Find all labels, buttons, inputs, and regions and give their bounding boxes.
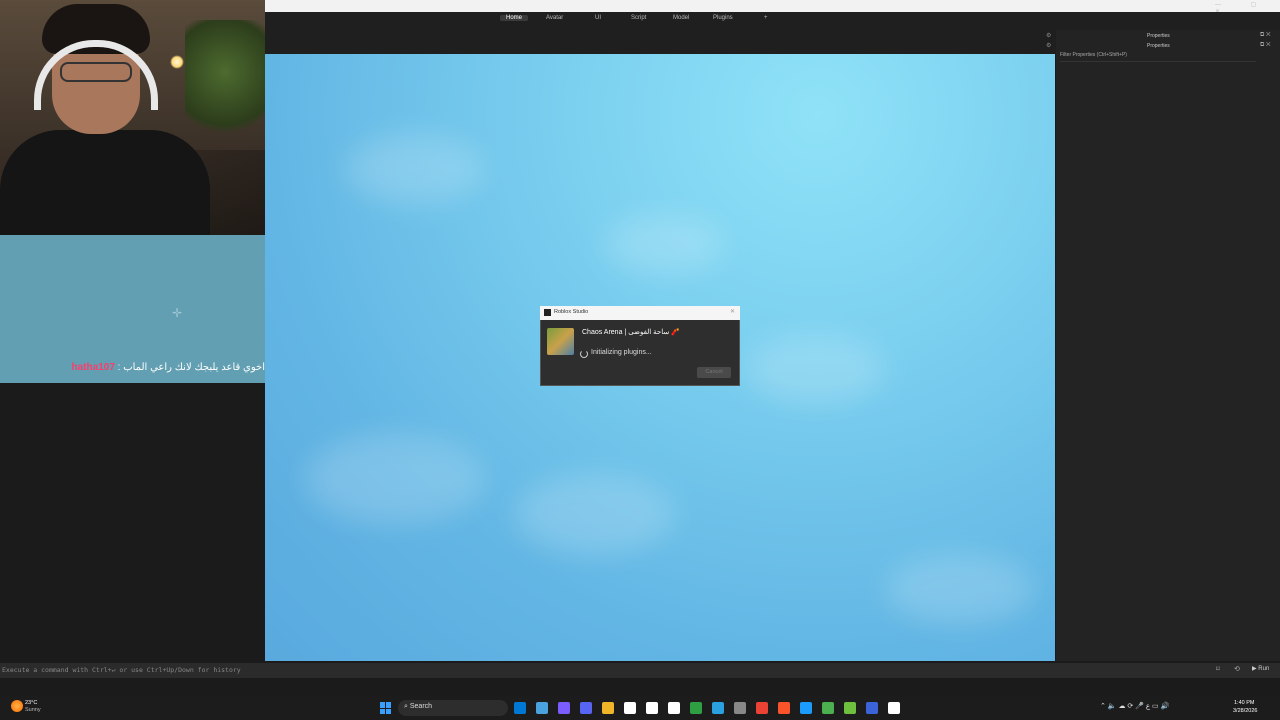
taskbar-app-icon[interactable] xyxy=(888,702,900,714)
tab-model[interactable]: Model xyxy=(673,15,689,21)
weather-icon[interactable] xyxy=(11,700,23,712)
loading-spinner-icon xyxy=(580,350,588,358)
tab-script[interactable]: Script xyxy=(631,15,646,21)
cloud xyxy=(745,334,885,404)
history-icon[interactable]: ⟲ xyxy=(1234,665,1240,673)
clock-date[interactable]: 3/28/2026 xyxy=(1233,708,1257,714)
tab-ui[interactable]: UI xyxy=(595,15,601,21)
taskbar-app-icon[interactable] xyxy=(558,702,570,714)
game-thumbnail xyxy=(547,328,574,355)
taskbar-app-icon[interactable] xyxy=(514,702,526,714)
chat-overlay xyxy=(0,235,265,383)
taskbar-app-icon[interactable] xyxy=(778,702,790,714)
gear-icon[interactable]: ⚙ xyxy=(1046,32,1051,39)
tab-avatar[interactable]: Avatar xyxy=(546,15,563,21)
taskbar-search[interactable]: ⌕ Search xyxy=(398,700,508,716)
taskbar-app-icon[interactable] xyxy=(756,702,768,714)
webcam-overlay xyxy=(0,0,265,235)
taskbar-search-label: Search xyxy=(409,703,433,710)
crosshair-icon: ✛ xyxy=(172,306,183,320)
tab-home[interactable]: Home xyxy=(500,15,529,21)
cloud xyxy=(305,434,485,524)
command-input[interactable]: Execute a command with Ctrl+↵ or use Ctr… xyxy=(2,666,241,674)
close-icon-secondary[interactable]: ⧉ ✕ xyxy=(1260,42,1271,49)
taskbar-app-icon[interactable] xyxy=(844,702,856,714)
taskbar-app-icon[interactable] xyxy=(602,702,614,714)
clock-time[interactable]: 1:40 PM xyxy=(1234,700,1254,706)
properties-title: Properties xyxy=(1147,33,1170,39)
roblox-logo-icon xyxy=(544,309,551,316)
tab-add[interactable]: + xyxy=(764,15,768,21)
taskbar-app-icon[interactable] xyxy=(690,702,702,714)
chat-message: اخوي قاعد يلبجك لانك راعي الماب : hatha1… xyxy=(0,362,265,376)
chat-message-text: اخوي قاعد يلبجك لانك راعي الماب : xyxy=(114,362,265,373)
bookmark-icon[interactable]: ⌑ xyxy=(1216,665,1220,673)
close-icon[interactable]: ⧉ ✕ xyxy=(1260,32,1271,39)
taskbar-app-icon[interactable] xyxy=(712,702,724,714)
cloud xyxy=(605,214,725,274)
webcam-person-body xyxy=(0,130,210,235)
properties-subtitle: Properties xyxy=(1147,43,1170,49)
weather-condition: Sunny xyxy=(25,707,41,713)
taskbar-app-icon[interactable] xyxy=(822,702,834,714)
cancel-button[interactable]: Cancel xyxy=(697,367,731,378)
taskbar-app-icon[interactable] xyxy=(580,702,592,714)
dialog-close-icon[interactable]: ✕ xyxy=(730,308,735,315)
taskbar-app-icon[interactable] xyxy=(668,702,680,714)
dialog-title: Roblox Studio xyxy=(554,309,589,315)
game-name: Chaos Arena | ساحة الفوضى 🧨 xyxy=(582,329,680,336)
taskbar-app-icon[interactable] xyxy=(624,702,636,714)
tab-plugins[interactable]: Plugins xyxy=(713,15,733,21)
weather-temperature: 23°C xyxy=(25,700,38,706)
properties-panel xyxy=(1056,30,1280,661)
webcam-lamp xyxy=(170,55,184,69)
taskbar xyxy=(0,696,1280,720)
run-button-label: Run xyxy=(1258,666,1270,672)
taskbar-app-icon[interactable] xyxy=(646,702,658,714)
gear-icon-secondary[interactable]: ⚙ xyxy=(1046,42,1051,49)
run-button[interactable]: ▶ Run xyxy=(1252,665,1269,672)
chat-username: hatha107 xyxy=(71,362,115,373)
system-tray[interactable]: ⌃ 🔈 ☁ ⟳ 🎤 ع ▭ 🔊 xyxy=(1100,702,1169,710)
taskbar-app-icon[interactable] xyxy=(800,702,812,714)
webcam-plant xyxy=(185,20,265,150)
taskbar-app-icon[interactable] xyxy=(866,702,878,714)
windows-start-icon[interactable] xyxy=(380,702,392,714)
taskbar-app-icon[interactable] xyxy=(734,702,746,714)
properties-filter-input[interactable]: Filter Properties (Ctrl+Shift+P) xyxy=(1060,52,1256,62)
cloud xyxy=(515,474,675,554)
loading-status: Initializing plugins... xyxy=(591,349,652,356)
cloud xyxy=(885,554,1035,624)
cloud xyxy=(345,134,485,204)
glasses-icon xyxy=(60,62,132,82)
taskbar-app-icon[interactable] xyxy=(536,702,548,714)
window-title-bar xyxy=(265,0,1280,12)
